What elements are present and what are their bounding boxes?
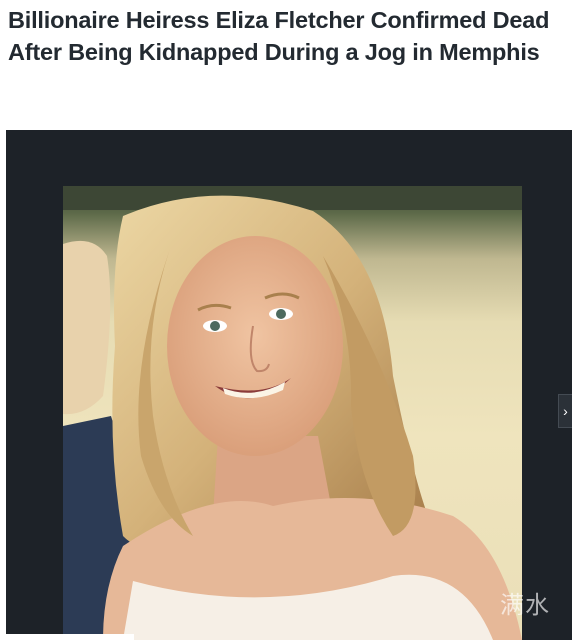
photo-carousel: 满水 › [6,130,572,640]
article-photo [63,186,522,640]
carousel-next-button[interactable]: › [558,394,572,428]
article-headline: Billionaire Heiress Eliza Fletcher Confi… [8,7,550,65]
watermark: 满水 [500,591,550,619]
portrait-illustration [63,186,522,640]
chevron-right-icon: › [563,403,568,419]
caption-strip [6,634,134,640]
